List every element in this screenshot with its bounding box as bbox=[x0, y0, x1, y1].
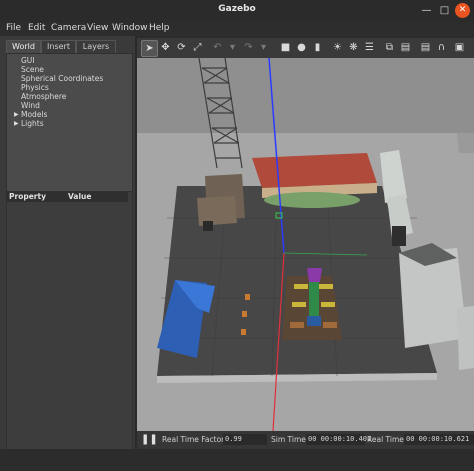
tab-layers[interactable]: Layers bbox=[76, 40, 116, 53]
menu-edit[interactable]: Edit bbox=[28, 23, 45, 33]
tree-item-gui[interactable]: GUI bbox=[21, 56, 35, 65]
directional-light-icon[interactable]: ☰ bbox=[362, 40, 377, 55]
cone-3 bbox=[241, 329, 246, 335]
3d-viewport[interactable] bbox=[137, 58, 474, 431]
menu-file[interactable]: File bbox=[6, 23, 21, 33]
menu-view[interactable]: View bbox=[87, 23, 108, 33]
real-time-factor-label: Real Time Factor: bbox=[162, 435, 227, 444]
cone-2 bbox=[242, 311, 247, 317]
garden-plant-5 bbox=[290, 322, 304, 328]
select-arrow-icon[interactable]: ➤ bbox=[141, 40, 158, 57]
expand-arrow-icon[interactable]: ▶ bbox=[14, 119, 19, 128]
garden-plant-4 bbox=[321, 302, 335, 307]
robot-head bbox=[307, 268, 322, 282]
align-icon[interactable]: ▤ bbox=[418, 40, 433, 55]
property-column-header: Property bbox=[9, 192, 46, 201]
house-4 bbox=[457, 306, 474, 370]
garden-plant-6 bbox=[323, 322, 337, 328]
sphere-icon[interactable]: ● bbox=[294, 40, 309, 55]
tree-item-models[interactable]: ▶ Models bbox=[14, 110, 48, 119]
tree-item-models-label: Models bbox=[21, 110, 48, 119]
property-header: Property Value bbox=[7, 192, 128, 202]
tree-item-lights-label: Lights bbox=[21, 119, 44, 128]
toolbar: ➤ ✥ ⟳ ⤢ ↶ ▾ ↷ ▾ ■ ● ▮ ☀ ❋ ☰ ⧉ ▤ ▤ ∩ ▣ bbox=[137, 38, 474, 58]
tree-item-spherical-coordinates[interactable]: Spherical Coordinates bbox=[21, 74, 103, 83]
garden-plant-2 bbox=[319, 284, 333, 289]
undo-dropdown-icon[interactable]: ▾ bbox=[225, 40, 240, 55]
copy-icon[interactable]: ⧉ bbox=[382, 40, 397, 55]
scene-render bbox=[137, 58, 474, 431]
point-light-icon[interactable]: ☀ bbox=[330, 40, 345, 55]
sim-time-value: 00 00:00:10.401 bbox=[306, 434, 372, 445]
tree-item-physics[interactable]: Physics bbox=[21, 83, 49, 92]
menu-camera[interactable]: Camera bbox=[51, 23, 86, 33]
cylinder-icon[interactable]: ▮ bbox=[310, 40, 325, 55]
real-time-factor-value: 0.99 bbox=[223, 434, 267, 445]
garden-plant-1 bbox=[294, 284, 308, 289]
undo-icon[interactable]: ↶ bbox=[210, 40, 225, 55]
box-icon[interactable]: ■ bbox=[278, 40, 293, 55]
sim-time-label: Sim Time: bbox=[271, 435, 309, 444]
robot-body bbox=[309, 282, 319, 318]
real-time-value: 00 00:00:10.621 bbox=[404, 434, 474, 445]
tree-item-lights[interactable]: ▶ Lights bbox=[14, 119, 44, 128]
pause-icon[interactable]: ❚❚ bbox=[141, 434, 158, 446]
menu-bar: File Edit Camera View Window Help bbox=[0, 22, 474, 36]
world-tree: GUI Scene Spherical Coordinates Physics … bbox=[6, 53, 133, 193]
status-bar: ❚❚ Real Time Factor: 0.99 Sim Time: 00 0… bbox=[137, 431, 474, 449]
courtyard-lawn bbox=[264, 192, 360, 208]
snap-icon[interactable]: ∩ bbox=[434, 40, 449, 55]
main-building-roof bbox=[252, 153, 377, 188]
parked-car bbox=[392, 226, 406, 246]
left-panel: World Insert Layers GUI Scene Spherical … bbox=[0, 36, 135, 463]
tab-insert[interactable]: Insert bbox=[41, 40, 76, 53]
value-column-header: Value bbox=[68, 192, 92, 201]
scale-icon[interactable]: ⤢ bbox=[190, 40, 205, 55]
minimize-icon[interactable]: — bbox=[419, 3, 434, 18]
robot-base bbox=[307, 316, 321, 326]
window-footer bbox=[0, 449, 474, 471]
garden-plant-3 bbox=[292, 302, 306, 307]
maximize-icon[interactable]: □ bbox=[437, 3, 452, 18]
change-view-icon[interactable]: ▣ bbox=[452, 40, 467, 55]
close-icon[interactable]: ✕ bbox=[455, 3, 470, 18]
window-title: Gazebo bbox=[218, 4, 256, 14]
real-time-label: Real Time: bbox=[367, 435, 407, 444]
gazebo-window: Gazebo — □ ✕ File Edit Camera View Windo… bbox=[0, 0, 474, 471]
spot-light-icon[interactable]: ❋ bbox=[346, 40, 361, 55]
tab-world[interactable]: World bbox=[6, 40, 41, 53]
expand-arrow-icon[interactable]: ▶ bbox=[14, 110, 19, 119]
paste-icon[interactable]: ▤ bbox=[398, 40, 413, 55]
title-bar: Gazebo — □ ✕ bbox=[0, 0, 474, 23]
menu-help[interactable]: Help bbox=[149, 23, 170, 33]
dumpster bbox=[203, 221, 213, 231]
redo-icon[interactable]: ↷ bbox=[241, 40, 256, 55]
tree-item-atmosphere[interactable]: Atmosphere bbox=[21, 92, 66, 101]
property-panel: Property Value bbox=[6, 191, 133, 463]
cone-1 bbox=[245, 294, 250, 300]
tree-item-scene[interactable]: Scene bbox=[21, 65, 44, 74]
redo-dropdown-icon[interactable]: ▾ bbox=[256, 40, 271, 55]
translate-icon[interactable]: ✥ bbox=[158, 40, 173, 55]
tree-item-wind[interactable]: Wind bbox=[21, 101, 40, 110]
rotate-icon[interactable]: ⟳ bbox=[174, 40, 189, 55]
distant-structure bbox=[457, 133, 474, 153]
menu-window[interactable]: Window bbox=[112, 23, 148, 33]
